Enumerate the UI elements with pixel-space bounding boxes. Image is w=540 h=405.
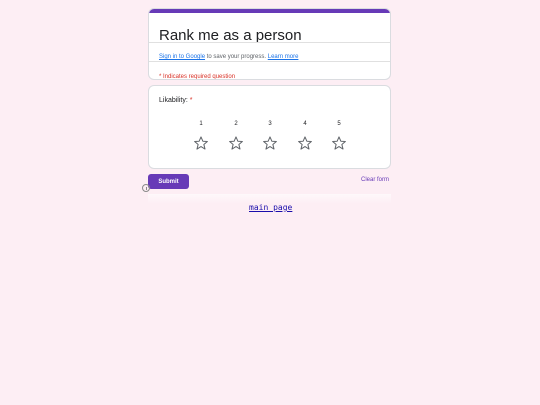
rating-number: 1	[199, 121, 203, 127]
rating-number: 5	[337, 121, 341, 127]
rating-scale: 1 2 3 4 5	[193, 120, 348, 160]
signin-link[interactable]: Sign in to Google	[159, 54, 205, 60]
header-divider	[149, 42, 390, 43]
rating-option-5[interactable]: 5	[331, 120, 347, 150]
signin-text: to save your progress.	[205, 54, 268, 60]
star-outline-icon[interactable]	[297, 136, 313, 150]
star-outline-icon[interactable]	[262, 136, 278, 150]
star-outline-icon[interactable]	[193, 136, 209, 150]
rating-number: 2	[234, 121, 238, 127]
signin-divider	[149, 61, 390, 62]
form-actions: Submit Clear form	[148, 174, 391, 190]
signin-notice: Sign in to Google to save your progress.…	[159, 54, 298, 60]
rating-option-4[interactable]: 4	[297, 120, 313, 150]
form-header-card: Rank me as a person Sign in to Google to…	[148, 8, 391, 80]
rating-number: 4	[303, 121, 307, 127]
star-outline-icon[interactable]	[331, 136, 347, 150]
main-page-link[interactable]: main page	[249, 203, 292, 212]
learn-more-link[interactable]: Learn more	[268, 54, 299, 60]
question-label: Likability: *	[159, 97, 192, 104]
rating-option-1[interactable]: 1	[193, 120, 209, 150]
clear-form-button[interactable]: Clear form	[361, 177, 389, 183]
required-asterisk: *	[189, 97, 193, 104]
info-icon[interactable]	[142, 184, 150, 192]
question-card: Likability: * 1 2 3 4 5	[148, 85, 391, 169]
rating-number: 3	[268, 121, 272, 127]
submit-button[interactable]: Submit	[148, 174, 189, 189]
question-text: Likability:	[159, 97, 188, 104]
rating-option-3[interactable]: 3	[262, 120, 278, 150]
star-outline-icon[interactable]	[228, 136, 244, 150]
required-note: * Indicates required question	[159, 74, 236, 80]
form-container: Rank me as a person Sign in to Google to…	[148, 8, 391, 169]
rating-option-2[interactable]: 2	[228, 120, 244, 150]
accent-bar	[149, 9, 390, 13]
